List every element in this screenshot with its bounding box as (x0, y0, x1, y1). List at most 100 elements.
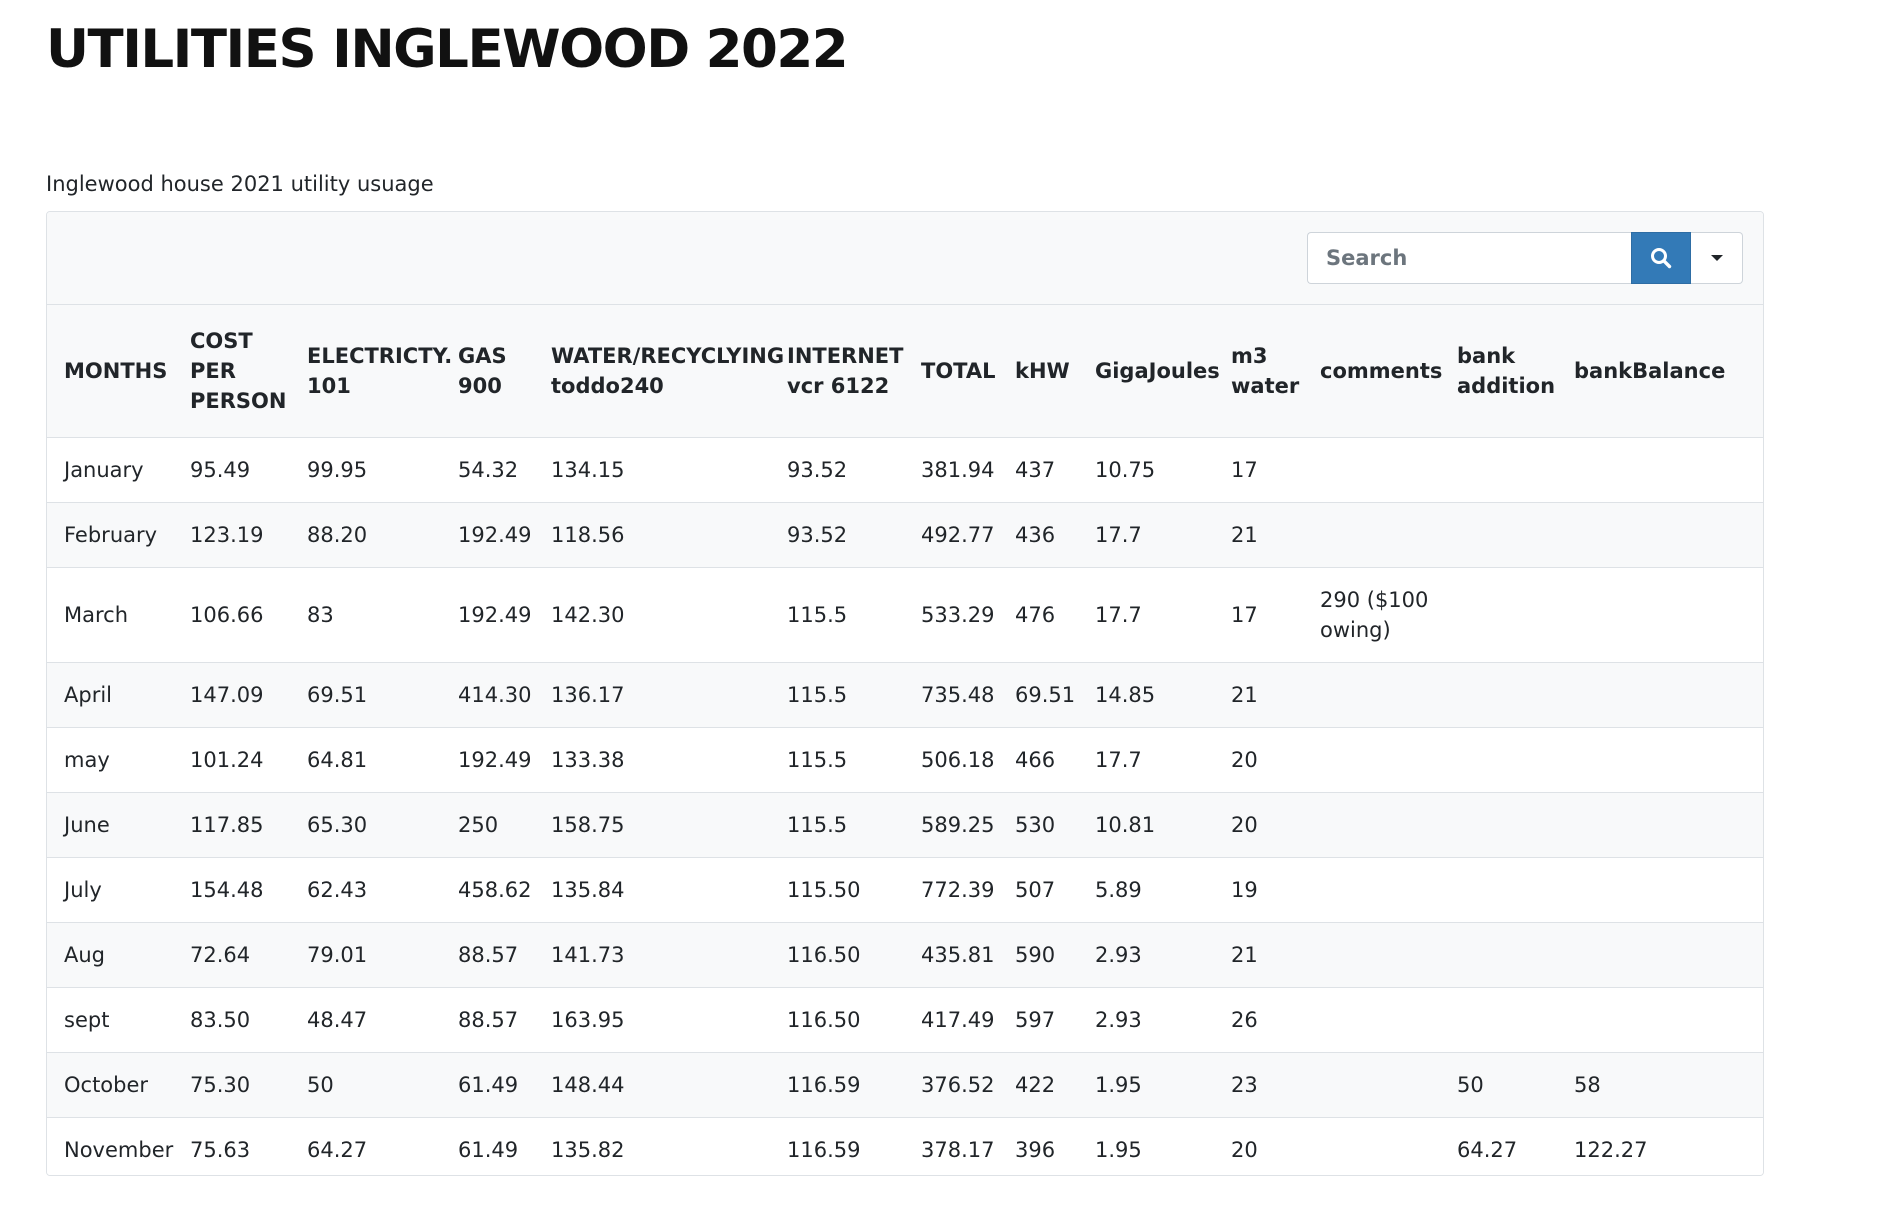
table-cell: 115.50 (770, 857, 904, 923)
table-row: April 147.09 69.51 414.30 136.17 115.5 735.48 6… (47, 662, 1763, 728)
table-cell: 69.51 (290, 662, 441, 728)
table-cell (1303, 1117, 1440, 1175)
table-cell: 58 (1557, 1052, 1763, 1118)
table-cell (1303, 987, 1440, 1053)
column-header[interactable]: MONTHS (47, 305, 173, 438)
table-cell: 158.75 (534, 792, 770, 858)
search-button[interactable] (1631, 232, 1691, 284)
table-row: sept 83.50 48.47 88.57 163.95 116.50 417.49 597… (47, 987, 1763, 1053)
table-row: March 106.66 83 192.49 142.30 115.5 533.29 476 1… (47, 567, 1763, 663)
table-cell (1557, 857, 1763, 923)
table-cell (1557, 987, 1763, 1053)
table-cell: 772.39 (904, 857, 998, 923)
column-header[interactable]: bank addition (1440, 305, 1557, 438)
table-cell: 1.95 (1078, 1052, 1214, 1118)
column-header[interactable]: kHW (998, 305, 1078, 438)
table-cell (1303, 792, 1440, 858)
table-cell: 69.51 (998, 662, 1078, 728)
table-row: Aug 72.64 79.01 88.57 141.73 116.50 435.81 590 2… (47, 922, 1763, 988)
table-caption: Inglewood house 2021 utility usuage (46, 172, 434, 196)
table-cell: may (47, 727, 173, 793)
table-cell: 79.01 (290, 922, 441, 988)
utility-table: MONTHS COST PER PERSON ELECTRICTY. 101 GAS … (47, 305, 1763, 1175)
table-cell: 88.57 (441, 987, 534, 1053)
table-cell (1303, 727, 1440, 793)
table-cell: 533.29 (904, 567, 998, 663)
table-cell: 17 (1214, 567, 1303, 663)
search-icon (1651, 248, 1672, 269)
table-cell: 5.89 (1078, 857, 1214, 923)
columns-dropdown-button[interactable] (1691, 232, 1743, 284)
column-header[interactable]: ELECTRICTY. 101 (290, 305, 452, 438)
table-cell: 192.49 (441, 567, 534, 663)
column-header[interactable]: INTERNET vcr 6122 (770, 305, 904, 438)
table-cell (1557, 922, 1763, 988)
table-cell: 417.49 (904, 987, 998, 1053)
table-cell: 115.5 (770, 567, 904, 663)
table-cell: 506.18 (904, 727, 998, 793)
column-header[interactable]: GAS 900 (441, 305, 534, 438)
table-cell: 20 (1214, 727, 1303, 793)
table-cell (1440, 662, 1557, 728)
table-cell: 376.52 (904, 1052, 998, 1118)
table-cell: 141.73 (534, 922, 770, 988)
table-cell (1440, 922, 1557, 988)
table-cell: 101.24 (173, 727, 290, 793)
table-cell: 435.81 (904, 922, 998, 988)
table-cell: 2.93 (1078, 987, 1214, 1053)
page: UTILITIES INGLEWOOD 2022 Inglewood house… (0, 0, 1882, 1213)
table-cell: 17 (1214, 437, 1303, 503)
column-header[interactable]: WATER/RECYCLYING toddo240 (534, 305, 784, 438)
table-cell: 136.17 (534, 662, 770, 728)
table-cell: 21 (1214, 922, 1303, 988)
table-cell: 64.27 (1440, 1117, 1557, 1175)
column-header[interactable]: TOTAL (904, 305, 998, 438)
table-cell: 17.7 (1078, 567, 1214, 663)
table-cell: 118.56 (534, 502, 770, 568)
table-cell: 26 (1214, 987, 1303, 1053)
table-cell: 250 (441, 792, 534, 858)
table-cell: 50 (1440, 1052, 1557, 1118)
table-cell: 116.59 (770, 1052, 904, 1118)
table-cell: 492.77 (904, 502, 998, 568)
table-cell (1303, 502, 1440, 568)
table-cell (1557, 567, 1763, 663)
table-cell (1303, 1052, 1440, 1118)
table-cell: 83 (290, 567, 441, 663)
table-cell: 192.49 (441, 502, 534, 568)
column-header[interactable]: m3 water (1214, 305, 1303, 438)
search-input[interactable] (1307, 232, 1631, 284)
table-cell: 135.84 (534, 857, 770, 923)
table-cell (1557, 727, 1763, 793)
table-cell: 116.50 (770, 922, 904, 988)
table-cell: 436 (998, 502, 1078, 568)
table-cell: 23 (1214, 1052, 1303, 1118)
column-header[interactable]: bankBalance (1557, 305, 1763, 438)
table-cell: 19 (1214, 857, 1303, 923)
table-cell: 93.52 (770, 437, 904, 503)
column-header[interactable]: COST PER PERSON (173, 305, 290, 438)
table-cell: 106.66 (173, 567, 290, 663)
caret-down-icon (1710, 255, 1723, 261)
table-cell: 589.25 (904, 792, 998, 858)
table-row: January 95.49 99.95 54.32 134.15 93.52 381.94 4… (47, 437, 1763, 503)
table-cell: February (47, 502, 173, 568)
table-cell: 54.32 (441, 437, 534, 503)
table-row: July 154.48 62.43 458.62 135.84 115.50 772.39 5… (47, 857, 1763, 923)
table-cell: April (47, 662, 173, 728)
table-cell: 590 (998, 922, 1078, 988)
column-header[interactable]: GigaJoules (1078, 305, 1220, 438)
column-header[interactable]: comments (1303, 305, 1442, 438)
table-cell: 64.27 (290, 1117, 441, 1175)
table-cell: 61.49 (441, 1117, 534, 1175)
table-cell: 20 (1214, 792, 1303, 858)
table-cell: 476 (998, 567, 1078, 663)
table-cell: 123.19 (173, 502, 290, 568)
table-cell: 115.5 (770, 792, 904, 858)
table-cell: 422 (998, 1052, 1078, 1118)
table-cell: 88.20 (290, 502, 441, 568)
table-cell: 134.15 (534, 437, 770, 503)
table-cell: 20 (1214, 1117, 1303, 1175)
table-cell: 437 (998, 437, 1078, 503)
table-cell: 192.49 (441, 727, 534, 793)
